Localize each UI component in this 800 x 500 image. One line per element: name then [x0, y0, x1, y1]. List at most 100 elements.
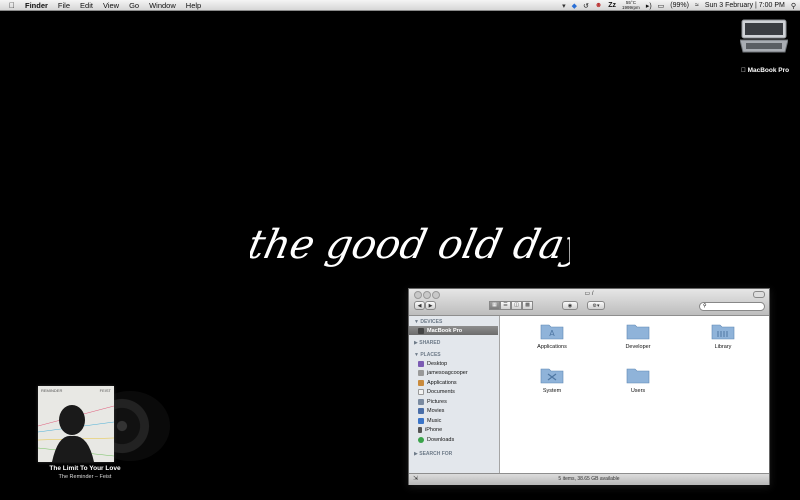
folder-label: System	[542, 388, 562, 394]
folder-label: Library	[714, 344, 732, 350]
applications-icon	[418, 379, 424, 386]
apple-menu-icon[interactable]: 	[7, 1, 17, 10]
status-text: 5 items, 38.65 GB available	[558, 476, 620, 482]
movies-icon	[418, 408, 424, 414]
folder-system[interactable]: System	[522, 366, 582, 394]
resize-path-icon[interactable]: ⇲	[413, 474, 418, 485]
developer-folder-icon	[626, 324, 650, 340]
sidebar-item-iphone[interactable]: iPhone	[418, 426, 498, 435]
folder-label: Developer	[625, 344, 651, 350]
user-icon[interactable]: ☻	[595, 2, 602, 9]
library-folder-icon	[711, 324, 735, 340]
drive-icon: ▭	[584, 291, 591, 297]
sidebar-item-label: Downloads	[427, 436, 455, 443]
places-header-text: PLACES	[420, 352, 441, 358]
action-gear-icon[interactable]: ⚙▾	[587, 301, 605, 310]
sidebar-item-documents[interactable]: Documents	[418, 388, 498, 397]
folder-label: Users	[630, 388, 646, 394]
bluetooth-icon[interactable]: ◆	[572, 2, 577, 10]
music-icon	[418, 417, 424, 424]
folder-library[interactable]: Library	[693, 322, 753, 350]
shared-header-text: SHARED	[419, 340, 441, 346]
disk-label-text: MacBook Pro	[744, 67, 790, 74]
list-view-button[interactable]: ☰	[500, 301, 511, 310]
folder-users[interactable]: Users	[608, 366, 668, 394]
album-art: REMINDER FEIST	[38, 386, 114, 462]
menu-edit[interactable]: Edit	[80, 1, 93, 10]
track-title: The Limit To Your Love	[49, 465, 121, 472]
sidebar-item-label: jamesoagcooper	[427, 370, 468, 376]
search-icon: ⚲	[703, 303, 707, 309]
finder-content: A Applications Developer Library System	[500, 316, 769, 473]
sidebar-item-desktop[interactable]: Desktop	[418, 359, 498, 368]
sidebar-item-movies[interactable]: Movies	[418, 407, 498, 416]
menu-go[interactable]: Go	[129, 1, 139, 10]
window-title-text: /	[591, 291, 594, 297]
menu-finder[interactable]: Finder	[25, 1, 48, 10]
menu-file[interactable]: File	[58, 1, 70, 10]
search-field[interactable]: ⚲	[699, 302, 765, 311]
album-art-artist: FEIST	[99, 388, 111, 393]
downloads-icon	[418, 436, 424, 443]
system-folder-icon	[540, 368, 564, 384]
coverflow-view-button[interactable]: ▩	[522, 301, 533, 310]
sidebar-item-label: Documents	[427, 389, 455, 395]
sidebar-item-label: Applications	[427, 379, 457, 386]
search-for-header-text: SEARCH FOR	[419, 451, 453, 457]
finder-titlebar[interactable]: ▭ / ◀ ▶ ▦ ☰ ◫ ▩ ◉ ⚙▾ ⚲	[409, 289, 769, 316]
back-button[interactable]: ◀	[414, 301, 425, 310]
battery-percent[interactable]: (99%)	[670, 2, 689, 9]
volume-icon[interactable]: ▸)	[646, 2, 652, 10]
macbook-pro-disk-icon[interactable]	[740, 18, 788, 56]
sidebar-search-header[interactable]: ▶ SEARCH FOR	[414, 451, 452, 457]
spaces-icon[interactable]: ▾	[562, 2, 566, 10]
wifi-icon[interactable]: ≈	[695, 2, 699, 9]
applications-folder-icon: A	[540, 324, 564, 340]
icon-view-button[interactable]: ▦	[489, 301, 500, 310]
finder-status-bar: ⇲ 5 items, 38.65 GB available	[409, 473, 769, 485]
toolbar-toggle-button[interactable]	[753, 291, 765, 298]
sidebar-places-header[interactable]: ▼ PLACES	[414, 352, 441, 358]
disk-label[interactable]:  MacBook Pro	[735, 67, 795, 74]
clock[interactable]: Sun 3 February | 7:00 PM	[705, 2, 785, 9]
sidebar-devices-header[interactable]: ▼ DEVICES	[414, 319, 442, 325]
now-playing-widget[interactable]: REMINDER FEIST	[38, 386, 170, 466]
sidebar-item-label: Movies	[427, 408, 445, 414]
finder-sidebar: ▼ DEVICES MacBook Pro ▶ SHARED ▼ PLACES …	[409, 316, 500, 473]
sidebar-item-label: MacBook Pro	[427, 327, 463, 334]
sidebar-item-macbook-pro[interactable]: MacBook Pro	[409, 326, 498, 335]
temperature-readout[interactable]: 55°C 1999rpm	[622, 0, 640, 10]
finder-window[interactable]: ▭ / ◀ ▶ ▦ ☰ ◫ ▩ ◉ ⚙▾ ⚲ ▼ DEVICES MacBook…	[408, 288, 770, 485]
track-album-artist: The Reminder – Feist	[58, 474, 112, 480]
sidebar-item-label: Desktop	[427, 360, 448, 367]
timemachine-icon[interactable]: ↺	[583, 2, 589, 10]
desktop-icon	[418, 360, 424, 367]
menu-bar:  Finder File Edit View Go Window Help ▾…	[0, 0, 800, 11]
column-view-button[interactable]: ◫	[511, 301, 522, 310]
wallpaper-text: the good old days	[250, 220, 570, 267]
users-folder-icon	[626, 368, 650, 384]
menu-view[interactable]: View	[103, 1, 119, 10]
sidebar-item-home[interactable]: jamesoagcooper	[418, 369, 498, 378]
wallpaper-script: the good old days	[250, 220, 570, 267]
menu-window[interactable]: Window	[149, 1, 176, 10]
folder-developer[interactable]: Developer	[608, 322, 668, 350]
sidebar-item-applications[interactable]: Applications	[418, 378, 498, 387]
sidebar-item-label: iPhone	[425, 427, 443, 433]
spotlight-search-icon[interactable]: ⚲	[791, 2, 796, 10]
home-icon	[418, 370, 424, 376]
documents-icon	[418, 389, 424, 395]
pictures-icon	[418, 398, 424, 405]
sidebar-item-pictures[interactable]: Pictures	[418, 397, 498, 406]
sidebar-item-label: Pictures	[427, 398, 447, 405]
sidebar-item-label: Music	[427, 417, 442, 424]
sidebar-item-music[interactable]: Music	[418, 416, 498, 425]
menu-help[interactable]: Help	[186, 1, 201, 10]
battery-icon[interactable]: ▭	[658, 2, 665, 10]
sleep-icon[interactable]: Zz	[608, 2, 616, 9]
quick-look-eye-icon[interactable]: ◉	[562, 301, 578, 310]
folder-applications[interactable]: A Applications	[522, 322, 582, 350]
sidebar-shared-header[interactable]: ▶ SHARED	[414, 340, 440, 346]
sidebar-item-downloads[interactable]: Downloads	[418, 435, 498, 444]
forward-button[interactable]: ▶	[425, 301, 436, 310]
